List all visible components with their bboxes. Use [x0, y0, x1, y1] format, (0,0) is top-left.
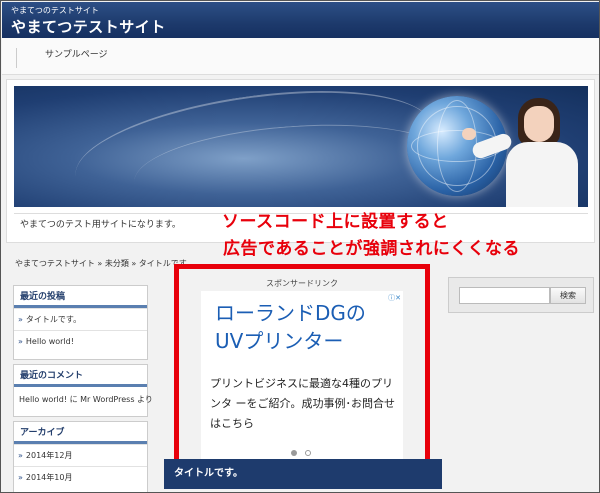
- widget-archives: アーカイブ » 2014年12月 » 2014年10月: [13, 421, 148, 492]
- annotation-line-1: ソースコード上に設置すると: [222, 212, 449, 232]
- site-title[interactable]: やまてつテストサイト: [11, 16, 166, 37]
- list-item-label: Hello world!: [25, 337, 74, 346]
- widget-title: 最近の投稿: [14, 286, 147, 308]
- ad-headline-line-1[interactable]: ローランドDGの: [215, 299, 366, 327]
- ad-unit[interactable]: ⓘ✕ ローランドDGの UVプリンター プリントビジネスに最適な4種のプリンタ …: [201, 291, 403, 459]
- ad-headline[interactable]: ローランドDGの UVプリンター: [215, 299, 366, 355]
- search-widget: 検索: [448, 277, 594, 313]
- pagination-dot[interactable]: [305, 450, 311, 456]
- list-item-label: 2014年10月: [25, 473, 73, 482]
- sponsored-label: スポンサードリンク: [266, 279, 338, 288]
- ad-body-text[interactable]: プリントビジネスに最適な4種のプリンタ ーをご紹介。成功事例･お問合せはこちら: [210, 374, 400, 434]
- list-item[interactable]: » Hello world!: [14, 330, 147, 352]
- site-header: やまてつのテストサイト やまてつテストサイト: [2, 2, 599, 38]
- annotation-line-2: 広告であることが強調されにくくなる: [223, 239, 520, 259]
- pagination-dot-active[interactable]: [291, 450, 297, 456]
- list-item[interactable]: » タイトルです。: [14, 308, 147, 330]
- nav-item-sample-page[interactable]: サンプルページ: [16, 48, 108, 68]
- chevron-right-icon: »: [18, 337, 23, 346]
- list-item[interactable]: » 2014年12月: [14, 444, 147, 466]
- post-title: タイトルです。: [164, 459, 442, 489]
- breadcrumb[interactable]: やまてつテストサイト » 未分類 » タイトルです。: [15, 258, 194, 269]
- search-input[interactable]: [459, 287, 550, 304]
- operator-woman-image: [462, 98, 582, 207]
- hero-image: [14, 86, 588, 207]
- site-description: やまてつのテストサイト: [11, 6, 99, 15]
- widget-recent-posts: 最近の投稿 » タイトルです。 » Hello world!: [13, 285, 148, 360]
- list-item-label: 2014年12月: [25, 451, 73, 460]
- list-item[interactable]: » 2014年10月: [14, 466, 147, 488]
- chevron-right-icon: »: [18, 451, 23, 460]
- widget-recent-comments: 最近のコメント Hello world! に Mr WordPress より: [13, 364, 153, 417]
- ad-headline-line-2[interactable]: UVプリンター: [215, 327, 366, 355]
- widget-title: アーカイブ: [14, 422, 147, 444]
- browser-frame: やまてつのテストサイト やまてつテストサイト サンプルページ やまてつのテスト用…: [0, 0, 600, 493]
- widget-title: 最近のコメント: [14, 365, 147, 387]
- global-nav: サンプルページ: [2, 38, 599, 75]
- search-button[interactable]: 検索: [550, 287, 586, 304]
- chevron-right-icon: »: [18, 315, 23, 324]
- adchoices-icon[interactable]: ⓘ✕: [388, 293, 401, 303]
- list-item-label: タイトルです。: [25, 315, 82, 324]
- highlight-box: スポンサードリンク ⓘ✕ ローランドDGの UVプリンター プリントビジネスに最…: [174, 264, 430, 464]
- comment-item[interactable]: Hello world! に Mr WordPress より: [14, 387, 153, 413]
- ad-pagination: [291, 441, 319, 460]
- chevron-right-icon: »: [18, 473, 23, 482]
